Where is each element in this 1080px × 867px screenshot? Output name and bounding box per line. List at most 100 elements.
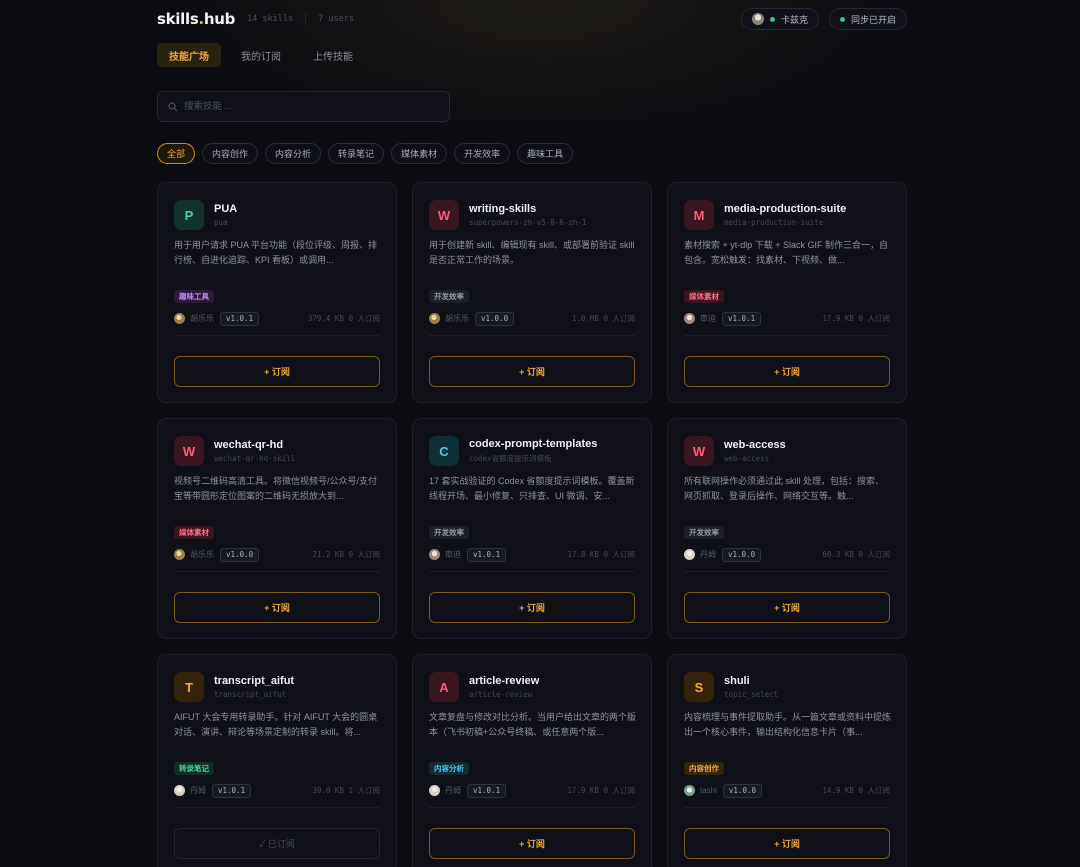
users-count: 7 users — [318, 14, 355, 24]
author-avatar — [429, 785, 440, 796]
subscribe-button[interactable]: + 订阅 — [429, 592, 635, 623]
version-badge: v1.0.1 — [467, 783, 507, 798]
skill-card[interactable]: S shuli topic_select 内容梳理与事件提取助手。从一篇文章或资… — [667, 654, 907, 867]
logo[interactable]: skills.hub — [157, 10, 235, 28]
skill-description: 用于创建新 skill、编辑现有 skill、或部署前验证 skill 是否正常… — [429, 240, 635, 265]
card-divider — [684, 335, 890, 336]
version-badge: v1.0.0 — [220, 547, 260, 562]
subscribe-button[interactable]: + 订阅 — [174, 356, 380, 387]
skill-initial-badge: A — [429, 672, 459, 702]
subscribe-button[interactable]: + 订阅 — [174, 592, 380, 623]
category-filters: 全部 内容创作 内容分析 转录笔记 媒体素材 开发效率 趣味工具 — [157, 143, 574, 164]
user-menu-button[interactable]: 卡兹克 — [740, 8, 819, 30]
skill-description: 17 套实战验证的 Codex 省额度提示词模板。覆盖新线程开场、最小修复、只排… — [429, 476, 635, 501]
skill-title[interactable]: article-review — [469, 675, 539, 687]
card-header: W wechat-qr-hd wechat-qr-hd-skill — [174, 436, 295, 466]
skill-title[interactable]: PUA — [214, 203, 237, 215]
user-name: 卡兹克 — [780, 14, 808, 25]
skill-title[interactable]: transcript_aifut — [214, 675, 294, 687]
skill-slug: codex省额度提示词模板 — [469, 454, 552, 463]
skill-initial-badge: P — [174, 200, 204, 230]
category-tag: 开发效率 — [429, 526, 469, 539]
skill-initial-badge: W — [684, 436, 714, 466]
skill-slug: media-production-suite — [724, 218, 824, 227]
skill-slug: superpowers-zh-v5-0-6-zh-1 — [469, 218, 587, 227]
size-and-subscribers: 379.4 KB 0 人订阅 — [307, 314, 380, 323]
skill-initial-badge: S — [684, 672, 714, 702]
skill-initial-badge: T — [174, 672, 204, 702]
size-and-subscribers: 17.8 KB 0 人订阅 — [567, 550, 635, 559]
filter-fun-tools[interactable]: 趣味工具 — [517, 143, 574, 164]
skill-slug: article-review — [469, 690, 533, 699]
size-and-subscribers: 1.0 MB 0 人订阅 — [571, 314, 635, 323]
skill-card[interactable]: W writing-skills superpowers-zh-v5-0-6-z… — [412, 182, 652, 403]
logo-text: skills — [157, 10, 199, 28]
author-name: 丹姆 — [445, 786, 461, 795]
skill-card[interactable]: C codex-prompt-templates codex省额度提示词模板 1… — [412, 418, 652, 639]
card-header: M media-production-suite media-productio… — [684, 200, 846, 230]
skill-description: 文章复盘与修改对比分析。当用户给出文章的两个版本（飞书初稿+公众号终稿、或任意两… — [429, 712, 637, 737]
subscribe-button[interactable]: + 订阅 — [684, 828, 890, 859]
category-tag: 开发效率 — [684, 526, 724, 539]
skill-title[interactable]: wechat-qr-hd — [214, 439, 295, 451]
subscribe-button[interactable]: + 订阅 — [684, 356, 890, 387]
size-and-subscribers: 39.0 KB 1 人订阅 — [312, 786, 380, 795]
category-tag: 开发效率 — [429, 290, 469, 303]
category-tag: 媒体素材 — [684, 290, 724, 303]
skill-description: AIFUT 大会专用转录助手。针对 AIFUT 大会的圆桌对话、演讲、辩论等场景… — [174, 712, 378, 737]
filter-content-creation[interactable]: 内容创作 — [202, 143, 259, 164]
skill-initial-badge: C — [429, 436, 459, 466]
skill-card[interactable]: P PUA pua 用于用户请求 PUA 平台功能（段位评级、周报、排行榜、自进… — [157, 182, 397, 403]
skill-meta: 胡乐乐 v1.0.1 379.4 KB 0 人订阅 — [174, 311, 380, 326]
skill-initial-badge: W — [429, 200, 459, 230]
skill-title[interactable]: web-access — [724, 439, 786, 451]
author-name: 丹姆 — [700, 550, 716, 559]
version-badge: v1.0.0 — [722, 783, 762, 798]
skill-card[interactable]: T transcript_aifut transcript_aifut AIFU… — [157, 654, 397, 867]
author-avatar — [174, 785, 185, 796]
skill-description: 素材搜索 + yt-dlp 下载 + Slack GIF 制作三合一，自包含。宽… — [684, 240, 889, 265]
subscribed-button[interactable]: ✓ 已订阅 — [174, 828, 380, 859]
card-divider — [429, 807, 635, 808]
tab-my-subscriptions[interactable]: 我的订阅 — [229, 43, 293, 67]
card-header: S shuli topic_select — [684, 672, 778, 702]
card-divider — [174, 571, 380, 572]
card-header: W web-access web-access — [684, 436, 786, 466]
filter-dev-efficiency[interactable]: 开发效率 — [454, 143, 511, 164]
skill-title[interactable]: writing-skills — [469, 203, 586, 215]
size-and-subscribers: 60.3 KB 0 人订阅 — [822, 550, 890, 559]
card-divider — [684, 571, 890, 572]
filter-content-analysis[interactable]: 内容分析 — [265, 143, 322, 164]
version-badge: v1.0.1 — [212, 783, 252, 798]
author-avatar — [684, 785, 695, 796]
skill-initial-badge: W — [174, 436, 204, 466]
search-box — [157, 91, 450, 122]
tab-skill-plaza[interactable]: 技能广场 — [157, 43, 221, 67]
skill-card[interactable]: A article-review article-review 文章复盘与修改对… — [412, 654, 652, 867]
skill-card[interactable]: W wechat-qr-hd wechat-qr-hd-skill 视频号二维码… — [157, 418, 397, 639]
tab-upload-skill[interactable]: 上传技能 — [301, 43, 365, 67]
skill-title[interactable]: shuli — [724, 675, 778, 687]
sync-dot-icon — [839, 16, 845, 22]
skill-title[interactable]: codex-prompt-templates — [469, 438, 597, 450]
card-header: W writing-skills superpowers-zh-v5-0-6-z… — [429, 200, 586, 230]
skill-title[interactable]: media-production-suite — [724, 203, 846, 215]
card-divider — [429, 571, 635, 572]
card-header: C codex-prompt-templates codex省额度提示词模板 — [429, 436, 597, 466]
subscribe-button[interactable]: + 订阅 — [429, 828, 635, 859]
category-tag: 内容创作 — [684, 762, 724, 775]
top-bar: skills.hub 14 skills | 7 users 卡兹克 同步已开启 — [157, 8, 907, 30]
sync-status-button[interactable]: 同步已开启 — [828, 8, 907, 30]
filter-all[interactable]: 全部 — [157, 143, 196, 164]
subscribe-button[interactable]: + 订阅 — [429, 356, 635, 387]
version-badge: v1.0.0 — [722, 547, 762, 562]
skill-card[interactable]: W web-access web-access 所有联网操作必须通过此 skil… — [667, 418, 907, 639]
skill-card[interactable]: M media-production-suite media-productio… — [667, 182, 907, 403]
category-tag: 转录笔记 — [174, 762, 214, 775]
subscribe-button[interactable]: + 订阅 — [684, 592, 890, 623]
skill-meta: 胡乐乐 v1.0.0 1.0 MB 0 人订阅 — [429, 311, 635, 326]
search-input[interactable] — [184, 101, 439, 112]
filter-transcript-notes[interactable]: 转录笔记 — [328, 143, 385, 164]
author-name: 胡乐乐 — [190, 550, 214, 559]
filter-media-assets[interactable]: 媒体素材 — [391, 143, 448, 164]
